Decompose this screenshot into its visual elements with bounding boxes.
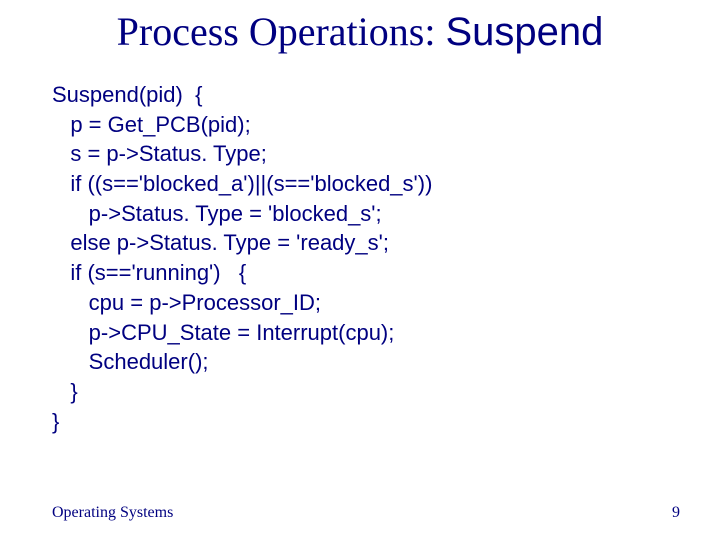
code-line: if ((s=='blocked_a')||(s=='blocked_s')) <box>52 171 432 196</box>
code-line: s = p->Status. Type; <box>52 141 267 166</box>
code-line: Scheduler(); <box>52 349 209 374</box>
footer-left: Operating Systems <box>52 504 173 522</box>
code-line: else p->Status. Type = 'ready_s'; <box>52 230 389 255</box>
slide: Process Operations: Suspend Suspend(pid)… <box>0 0 720 540</box>
code-line: p = Get_PCB(pid); <box>52 112 251 137</box>
code-line: if (s=='running') { <box>52 260 246 285</box>
code-line: } <box>52 379 78 404</box>
code-line: } <box>52 409 59 434</box>
slide-title: Process Operations: Suspend <box>0 8 720 55</box>
code-line: Suspend(pid) { <box>52 82 202 107</box>
title-prefix: Process Operations: <box>117 9 446 54</box>
code-line: p->CPU_State = Interrupt(cpu); <box>52 320 394 345</box>
title-topic: Suspend <box>445 10 603 54</box>
page-number: 9 <box>672 504 680 522</box>
code-line: p->Status. Type = 'blocked_s'; <box>52 201 382 226</box>
code-block: Suspend(pid) { p = Get_PCB(pid); s = p->… <box>52 80 432 436</box>
code-line: cpu = p->Processor_ID; <box>52 290 321 315</box>
